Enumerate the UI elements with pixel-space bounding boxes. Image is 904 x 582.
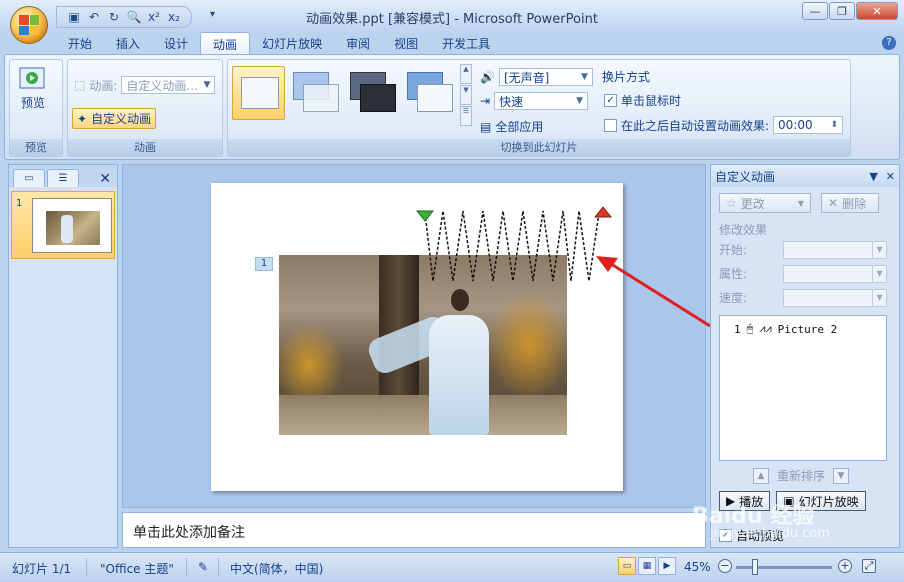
zigzag-path-icon: ⩘⩘ xyxy=(759,322,772,335)
pane-options-icon[interactable]: ▼ xyxy=(869,170,877,183)
reorder-row: ▲ 重新排序 ▼ xyxy=(753,467,850,484)
pane-title: 自定义动画 xyxy=(715,169,776,184)
dropdown-arrow-icon: ▼ xyxy=(797,198,804,208)
notes-pane[interactable]: 单击此处添加备注 xyxy=(122,512,706,548)
modify-heading: 修改效果 xyxy=(719,223,768,237)
notes-placeholder: 单击此处添加备注 xyxy=(133,525,245,541)
change-button[interactable]: ☆ 更改 ▼ xyxy=(719,193,811,213)
status-bar: 幻灯片 1/1 "Office 主题" ✎ 中文(简体，中国) ▭ ▦ ▶ 45… xyxy=(0,552,904,582)
zoom-level[interactable]: 45% xyxy=(684,560,711,574)
remove-button[interactable]: ✕ 删除 xyxy=(821,193,879,213)
speed-label: 速度: xyxy=(719,291,748,305)
watermark-url: jingyan.baidu.com xyxy=(710,526,830,541)
slideshow-view-icon[interactable]: ▶ xyxy=(658,557,676,575)
language[interactable]: 中文(简体，中国) xyxy=(230,560,323,577)
list-item[interactable]: 1 🖱 ⩘⩘ Picture 2 xyxy=(734,322,837,336)
reorder-label: 重新排序 xyxy=(777,469,826,483)
list-item-name: Picture 2 xyxy=(777,322,838,336)
property-label: 属性: xyxy=(719,267,748,281)
animation-list: 1 🖱 ⩘⩘ Picture 2 xyxy=(719,315,887,461)
mouse-click-icon: 🖱 xyxy=(746,322,754,335)
office-logo-icon xyxy=(19,15,39,35)
start-label: 开始: xyxy=(719,243,748,257)
zoom-slider[interactable] xyxy=(736,566,832,569)
speed-combo: ▼ xyxy=(783,289,887,307)
remove-label: 删除 xyxy=(842,196,867,211)
change-label: 更改 xyxy=(740,196,765,211)
move-down-icon[interactable]: ▼ xyxy=(833,467,850,484)
close-icon[interactable]: ✕ xyxy=(886,170,895,183)
pane-header: 自定义动画 ▼ ✕ xyxy=(711,165,899,187)
move-up-icon[interactable]: ▲ xyxy=(753,467,769,484)
normal-view-icon[interactable]: ▭ xyxy=(618,557,636,575)
zoom-slider-thumb[interactable] xyxy=(752,559,758,575)
slide-sorter-icon[interactable]: ▦ xyxy=(638,557,656,575)
theme-name: "Office 主题" xyxy=(100,562,174,576)
zoom-in-icon[interactable]: + xyxy=(838,559,852,573)
spellcheck-icon[interactable]: ✎ xyxy=(198,560,208,574)
start-combo: ▼ xyxy=(783,241,887,259)
fit-to-window-icon[interactable]: ⤢ xyxy=(862,559,876,573)
custom-animation-pane: 自定义动画 ▼ ✕ ☆ 更改 ▼ ✕ 删除 修改效果 开始: ▼ 属性: ▼ 速… xyxy=(710,164,900,548)
remove-icon: ✕ xyxy=(828,196,839,210)
slide-info: 幻灯片 1/1 xyxy=(12,562,72,576)
view-buttons: ▭ ▦ ▶ xyxy=(618,557,676,575)
zoom-out-icon[interactable]: − xyxy=(718,559,732,573)
star-icon: ☆ xyxy=(726,196,737,210)
list-item-order: 1 xyxy=(734,322,741,336)
office-button[interactable] xyxy=(10,6,48,44)
property-combo: ▼ xyxy=(783,265,887,283)
